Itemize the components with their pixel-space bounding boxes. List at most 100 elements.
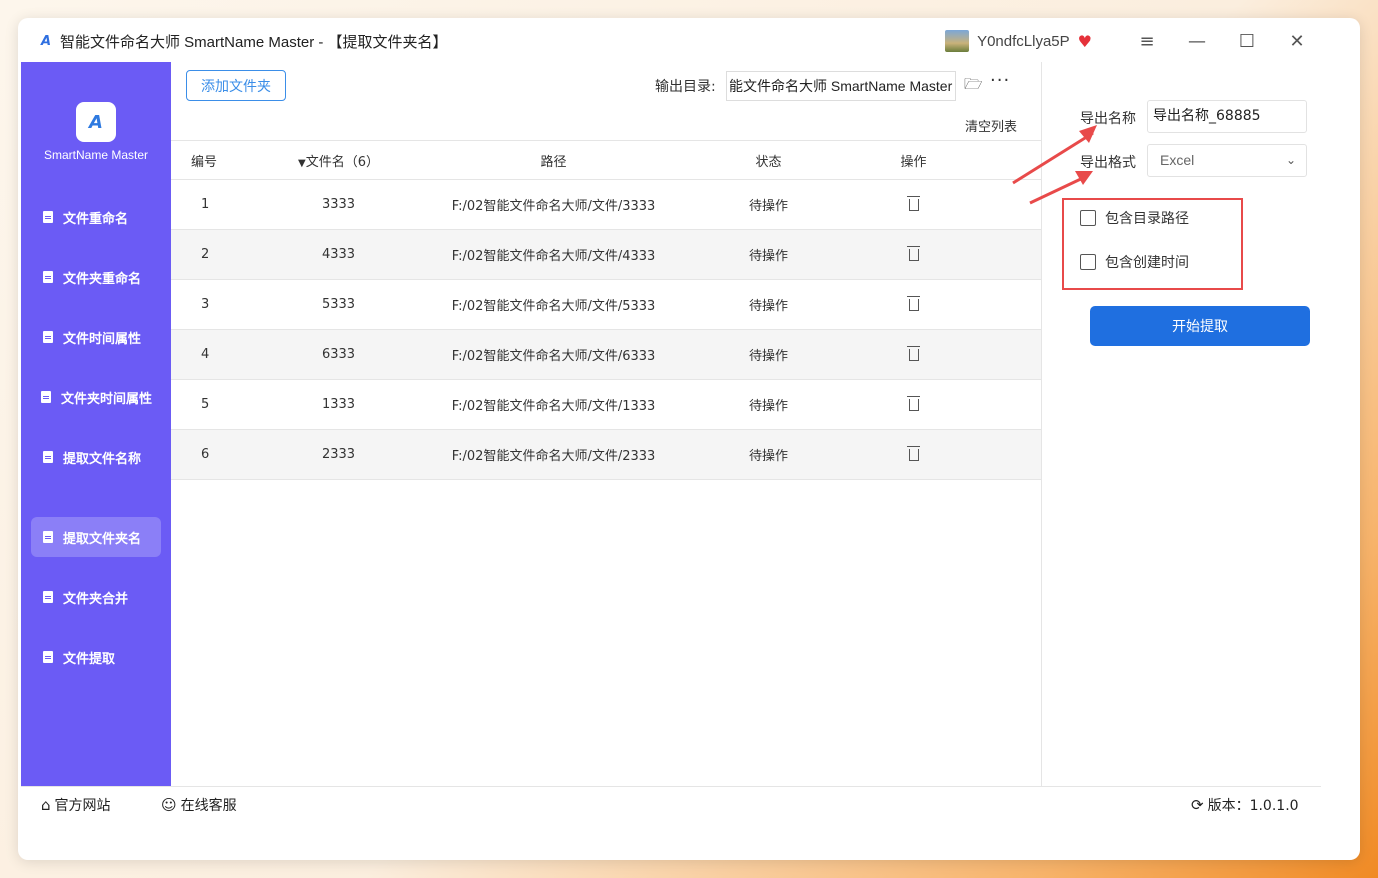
cell-status: 待操作 — [748, 399, 788, 414]
header-status[interactable]: 状态 — [666, 151, 871, 170]
cell-name: 5333 — [321, 297, 356, 312]
document-icon — [43, 271, 53, 283]
version-label: 版本：1.0.1.0 — [1207, 798, 1299, 814]
cell-path: F:/02智能文件命名大师/文件/6333 — [451, 349, 656, 364]
app-logo-icon: A — [40, 33, 52, 49]
table-row[interactable]: 1 3333 F:/02智能文件命名大师/文件/3333 待操作 — [171, 180, 1041, 230]
sidebar-item-folder-merge[interactable]: 文件夹合并 — [31, 577, 161, 617]
sidebar-item-label: 提取文件名称 — [63, 451, 142, 467]
trash-icon[interactable] — [906, 445, 920, 461]
include-create-time-label: 包含创建时间 — [1105, 255, 1189, 271]
document-icon — [43, 531, 53, 543]
headset-icon: ☺ — [161, 796, 177, 814]
website-label: 官方网站 — [54, 798, 111, 814]
document-icon — [43, 591, 53, 603]
sidebar-item-file-time[interactable]: 文件时间属性 — [31, 317, 161, 357]
include-create-time-checkbox[interactable] — [1080, 254, 1096, 270]
arrow-line-2 — [1029, 175, 1086, 205]
header-path[interactable]: 路径 — [441, 151, 666, 170]
sidebar-item-folder-rename[interactable]: 文件夹重命名 — [31, 257, 161, 297]
output-dir-input[interactable]: 能文件命名大师 SmartName Master — [726, 71, 956, 101]
chevron-down-icon: ⌄ — [1285, 153, 1296, 167]
sidebar-item-label: 文件夹合并 — [63, 591, 129, 607]
sidebar-item-label: 提取文件夹名 — [63, 531, 142, 547]
folder-open-icon[interactable]: 🗁 — [964, 74, 983, 93]
cell-index: 3 — [201, 297, 210, 312]
cell-index: 2 — [201, 247, 210, 262]
cell-status: 待操作 — [748, 349, 788, 364]
trash-icon[interactable] — [906, 345, 920, 361]
include-create-time-option[interactable]: 包含创建时间 — [1080, 252, 1189, 272]
file-table: 编号 ▼文件名（6） 路径 状态 操作 1 3333 F:/02智能文件命名大师… — [171, 140, 1041, 480]
output-dir-label: 输出目录: — [655, 79, 716, 95]
sidebar: A SmartName Master 文件重命名 文件夹重命名 文件时间属性 文… — [21, 62, 171, 786]
cell-index: 6 — [201, 447, 210, 462]
window-title: 智能文件命名大师 SmartName Master - 【提取文件夹名】 — [60, 33, 448, 51]
sidebar-item-label: 文件时间属性 — [63, 331, 142, 347]
header-action: 操作 — [900, 154, 927, 170]
cell-index: 1 — [201, 197, 210, 212]
trash-icon[interactable] — [906, 245, 920, 261]
cell-name: 3333 — [321, 197, 356, 212]
sidebar-item-extract-foldername[interactable]: 提取文件夹名 — [31, 517, 161, 557]
sort-desc-icon: ▼ — [298, 157, 306, 169]
logo-text: SmartName Master — [43, 148, 149, 162]
cell-name: 6333 — [321, 347, 356, 362]
cell-name: 4333 — [321, 247, 356, 262]
cell-path: F:/02智能文件命名大师/文件/2333 — [451, 449, 656, 464]
annotation-arrows — [1012, 125, 1097, 205]
cell-path: F:/02智能文件命名大师/文件/1333 — [451, 399, 656, 414]
start-extract-button[interactable]: 开始提取 — [1090, 306, 1310, 346]
maximize-button[interactable]: ☐ — [1222, 31, 1272, 52]
cell-name: 1333 — [321, 397, 356, 412]
sidebar-item-label: 文件提取 — [63, 651, 116, 667]
footer: ⌂ 官方网站 ☺ 在线客服 ⟳ 版本：1.0.1.0 — [21, 786, 1321, 822]
export-format-select[interactable]: Excel ⌄ — [1147, 144, 1307, 177]
header-index[interactable]: 编号 — [171, 151, 236, 170]
document-icon — [43, 451, 53, 463]
add-folder-button[interactable]: 添加文件夹 — [186, 70, 286, 101]
export-format-value: Excel — [1160, 152, 1195, 168]
trash-icon[interactable] — [906, 395, 920, 411]
document-icon — [43, 651, 53, 663]
cell-index: 4 — [201, 347, 210, 362]
support-link[interactable]: ☺ 在线客服 — [161, 795, 237, 815]
sidebar-item-folder-time[interactable]: 文件夹时间属性 — [31, 377, 161, 417]
table-row[interactable]: 5 1333 F:/02智能文件命名大师/文件/1333 待操作 — [171, 380, 1041, 430]
cell-status: 待操作 — [748, 249, 788, 264]
cell-index: 5 — [201, 397, 210, 412]
sidebar-item-label: 文件夹时间属性 — [61, 391, 153, 407]
minimize-button[interactable]: — — [1172, 31, 1222, 52]
cell-status: 待操作 — [748, 199, 788, 214]
arrow-head-2 — [1075, 171, 1093, 185]
table-header: 编号 ▼文件名（6） 路径 状态 操作 — [171, 140, 1041, 180]
more-icon[interactable]: ··· — [990, 70, 1010, 91]
vip-icon[interactable]: ♥ — [1078, 32, 1092, 51]
table-row[interactable]: 4 6333 F:/02智能文件命名大师/文件/6333 待操作 — [171, 330, 1041, 380]
cell-path: F:/02智能文件命名大师/文件/5333 — [451, 299, 656, 314]
close-button[interactable]: ✕ — [1272, 31, 1322, 52]
menu-icon[interactable]: ≡ — [1122, 31, 1172, 52]
website-link[interactable]: ⌂ 官方网站 — [41, 795, 111, 815]
trash-icon[interactable] — [906, 295, 920, 311]
table-row[interactable]: 3 5333 F:/02智能文件命名大师/文件/5333 待操作 — [171, 280, 1041, 330]
sidebar-item-file-rename[interactable]: 文件重命名 — [31, 197, 161, 237]
user-avatar[interactable] — [945, 30, 970, 52]
document-icon — [41, 391, 51, 403]
sidebar-item-file-extract[interactable]: 文件提取 — [31, 637, 161, 677]
support-label: 在线客服 — [180, 798, 237, 814]
table-row[interactable]: 2 4333 F:/02智能文件命名大师/文件/4333 待操作 — [171, 230, 1041, 280]
trash-icon[interactable] — [906, 195, 920, 211]
header-name[interactable]: ▼文件名（6） — [236, 151, 441, 170]
document-icon — [43, 331, 53, 343]
table-row[interactable]: 6 2333 F:/02智能文件命名大师/文件/2333 待操作 — [171, 430, 1041, 480]
home-icon: ⌂ — [41, 796, 51, 814]
sidebar-item-label: 文件夹重命名 — [63, 271, 142, 287]
sidebar-item-label: 文件重命名 — [63, 211, 129, 227]
username[interactable]: Y0ndfcLlya5P — [977, 33, 1070, 50]
sidebar-item-extract-filename[interactable]: 提取文件名称 — [31, 437, 161, 477]
refresh-icon: ⟳ — [1191, 796, 1204, 814]
cell-status: 待操作 — [748, 449, 788, 464]
export-name-input[interactable]: 导出名称_68885 — [1147, 100, 1307, 133]
version-info[interactable]: ⟳ 版本：1.0.1.0 — [1191, 795, 1299, 815]
